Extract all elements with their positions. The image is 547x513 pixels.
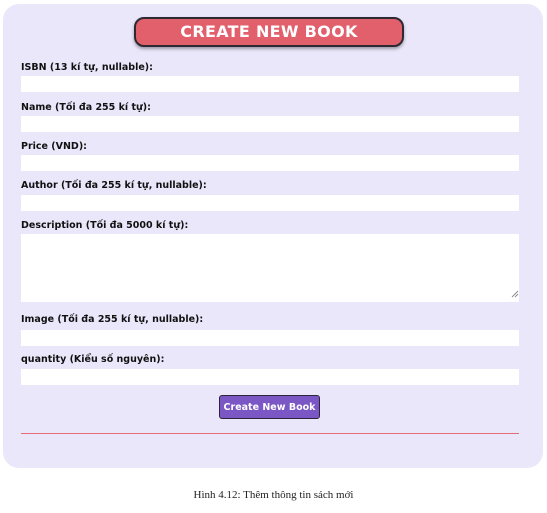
form-divider	[21, 433, 519, 434]
description-label: Description (Tối đa 5000 kí tự):	[21, 220, 189, 231]
textarea-resize-grip-icon[interactable]	[511, 290, 519, 298]
figure-caption: Hình 4.12: Thêm thông tin sách mới	[193, 489, 354, 501]
create-new-book-submit-button[interactable]: Create New Book	[219, 395, 320, 419]
price-input[interactable]	[21, 155, 519, 171]
image-label: Image (Tối đa 255 kí tự, nullable):	[21, 314, 204, 325]
name-input[interactable]	[21, 116, 519, 132]
isbn-label: ISBN (13 kí tự, nullable):	[21, 62, 153, 73]
image-input[interactable]	[21, 330, 519, 346]
quantity-label: quantity (Kiểu số nguyên):	[21, 354, 165, 365]
isbn-input[interactable]	[21, 76, 519, 92]
price-label: Price (VND):	[21, 141, 87, 152]
author-label: Author (Tối đa 255 kí tự, nullable):	[21, 180, 207, 191]
name-label: Name (Tối đa 255 kí tự):	[21, 102, 151, 113]
create-new-book-title-button[interactable]: CREATE NEW BOOK	[134, 17, 404, 47]
quantity-input[interactable]	[21, 369, 519, 385]
description-textarea[interactable]	[21, 234, 519, 302]
author-input[interactable]	[21, 195, 519, 211]
